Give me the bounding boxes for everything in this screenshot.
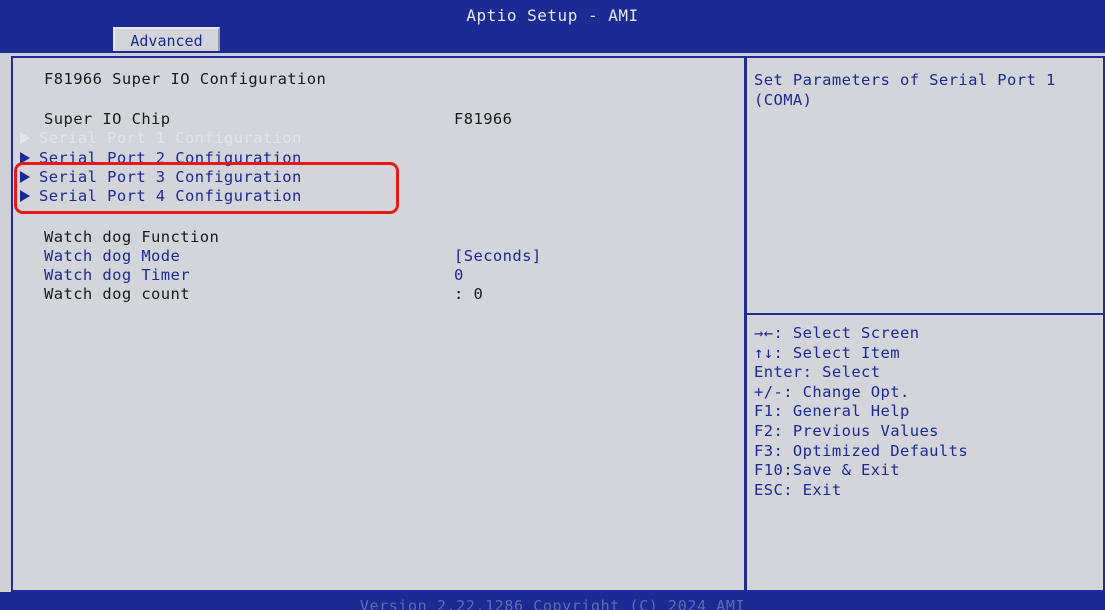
watchdog-count-value: : 0 (454, 285, 484, 303)
highlight-annotation-box (14, 162, 399, 214)
key-select-item: ↑↓: Select Item (754, 343, 900, 362)
panel-divider-vertical (744, 58, 747, 590)
key-save-exit: F10:Save & Exit (754, 461, 900, 480)
key-previous-values: F2: Previous Values (754, 421, 939, 440)
key-optimized-defaults: F3: Optimized Defaults (754, 441, 969, 460)
watchdog-mode-label[interactable]: Watch dog Mode (44, 247, 180, 265)
tab-advanced[interactable]: Advanced (113, 27, 220, 51)
app-title: Aptio Setup - AMI (466, 6, 639, 25)
submenu-serial-port-1[interactable]: Serial Port 1 Configuration (20, 129, 302, 147)
triangle-right-icon (20, 132, 30, 144)
watchdog-timer-label[interactable]: Watch dog Timer (44, 266, 190, 284)
watchdog-mode-value[interactable]: [Seconds] (454, 247, 542, 265)
help-description: Set Parameters of Serial Port 1 (COMA) (754, 71, 1056, 109)
super-io-chip-value: F81966 (454, 110, 513, 128)
watchdog-count-label: Watch dog count (44, 285, 190, 303)
key-general-help: F1: General Help (754, 402, 910, 421)
bios-setup-screen: Aptio Setup - AMI Advanced F81966 Super … (0, 0, 1105, 610)
watchdog-function-label: Watch dog Function (44, 228, 220, 246)
section-title: F81966 Super IO Configuration (44, 70, 327, 88)
panel-divider-horizontal (747, 313, 1105, 315)
submenu-serial-port-1-label: Serial Port 1 Configuration (39, 129, 302, 147)
key-select-screen: →←: Select Screen (754, 324, 920, 342)
watchdog-timer-value[interactable]: 0 (454, 266, 464, 284)
key-esc-exit: ESC: Exit (754, 480, 842, 499)
key-change-opt: +/-: Change Opt. (754, 382, 910, 401)
super-io-chip-label: Super IO Chip (44, 110, 171, 128)
key-legend: →←: Select Screen ↑↓: Select Item Enter:… (754, 324, 968, 500)
footer-version: Version 2.22.1286 Copyright (C) 2024 AMI (359, 597, 746, 610)
key-enter: Enter: Select (754, 363, 881, 382)
